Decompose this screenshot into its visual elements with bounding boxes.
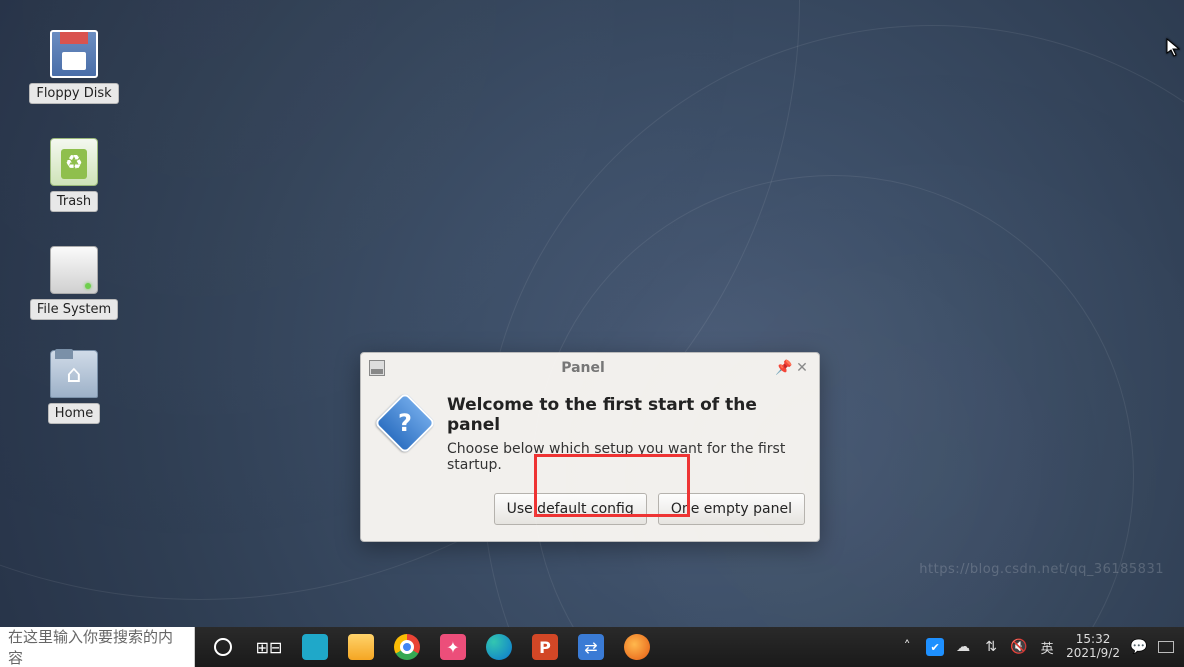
taskbar-powerpoint[interactable]: P [523,627,567,667]
one-empty-panel-button[interactable]: One empty panel [658,493,805,525]
floppy-disk-icon [50,30,98,78]
taskbar-firefox[interactable] [615,627,659,667]
desktop-icon-file-system[interactable]: File System [24,246,124,320]
question-icon: ? [374,392,436,454]
window-icon [369,360,385,376]
taskbar-cortana-button[interactable] [201,627,245,667]
taskbar-task-view-button[interactable]: ⊞⊟ [247,627,291,667]
taskbar-search-input[interactable]: 在这里输入你要搜索的内容 [0,627,195,667]
panel-first-start-dialog: Panel 📌 ✕ ? Welcome to the first start o… [360,352,820,542]
app-icon: ✦ [440,634,466,660]
tray-wifi-icon[interactable]: ⇅ [982,638,1000,656]
desktop-icon-label: Home [48,403,100,424]
home-folder-icon [50,350,98,398]
taskbar-edge[interactable] [477,627,521,667]
app-icon: ⇄ [578,634,604,660]
tray-volume-icon[interactable]: 🔇 [1010,638,1028,656]
dialog-heading: Welcome to the first start of the panel [447,395,803,435]
show-desktop-button[interactable] [1158,641,1174,653]
watermark-text: https://blog.csdn.net/qq_36185831 [919,562,1164,577]
window-stick-button[interactable]: 📌 [775,360,793,376]
desktop-icon-label: File System [30,299,118,320]
system-tray: ˄ ✔ ☁ ⇅ 🔇 英 15:32 2021/9/2 💬 [888,633,1184,661]
taskbar-file-explorer[interactable] [339,627,383,667]
app-icon [302,634,328,660]
window-close-button[interactable]: ✕ [793,360,811,376]
taskbar-chrome[interactable] [385,627,429,667]
tray-cloud-icon[interactable]: ☁ [954,638,972,656]
mouse-cursor-icon [1166,38,1180,58]
dialog-titlebar[interactable]: Panel 📌 ✕ [361,353,819,383]
edge-icon [486,634,512,660]
taskbar-app-2[interactable]: ✦ [431,627,475,667]
desktop-icon-trash[interactable]: Trash [24,138,124,212]
search-placeholder-text: 在这里输入你要搜索的内容 [8,626,186,667]
powerpoint-icon: P [532,634,558,660]
annotation-highlight [534,454,690,517]
tray-language-indicator[interactable]: 英 [1038,638,1056,656]
desktop-icon-floppy-disk[interactable]: Floppy Disk [24,30,124,104]
tray-date: 2021/9/2 [1066,647,1120,661]
desktop-icon-label: Floppy Disk [29,83,118,104]
task-view-icon: ⊞⊟ [256,634,282,660]
dialog-title: Panel [391,360,775,376]
firefox-icon [624,634,650,660]
taskbar-app-3[interactable]: ⇄ [569,627,613,667]
tray-clock[interactable]: 15:32 2021/9/2 [1066,633,1120,661]
dialog-message: Choose below which setup you want for th… [447,441,803,473]
desktop[interactable]: Floppy Disk Trash File System Home Panel… [0,0,1184,627]
tray-app-icon[interactable]: ✔ [926,638,944,656]
drive-icon [50,246,98,294]
desktop-icon-label: Trash [50,191,98,212]
trash-icon [50,138,98,186]
tray-chevron-up-icon[interactable]: ˄ [898,638,916,656]
desktop-icon-home[interactable]: Home [24,350,124,424]
windows-taskbar: 在这里输入你要搜索的内容 ⊞⊟ ✦ P ⇄ ˄ ✔ ☁ ⇅ 🔇 英 15:32 … [0,627,1184,667]
circle-icon [214,638,232,656]
use-default-config-button[interactable]: Use default config [494,493,647,525]
folder-icon [348,634,374,660]
chrome-icon [394,634,420,660]
tray-time: 15:32 [1066,633,1120,647]
taskbar-app-1[interactable] [293,627,337,667]
tray-notifications-icon[interactable]: 💬 [1130,638,1148,656]
